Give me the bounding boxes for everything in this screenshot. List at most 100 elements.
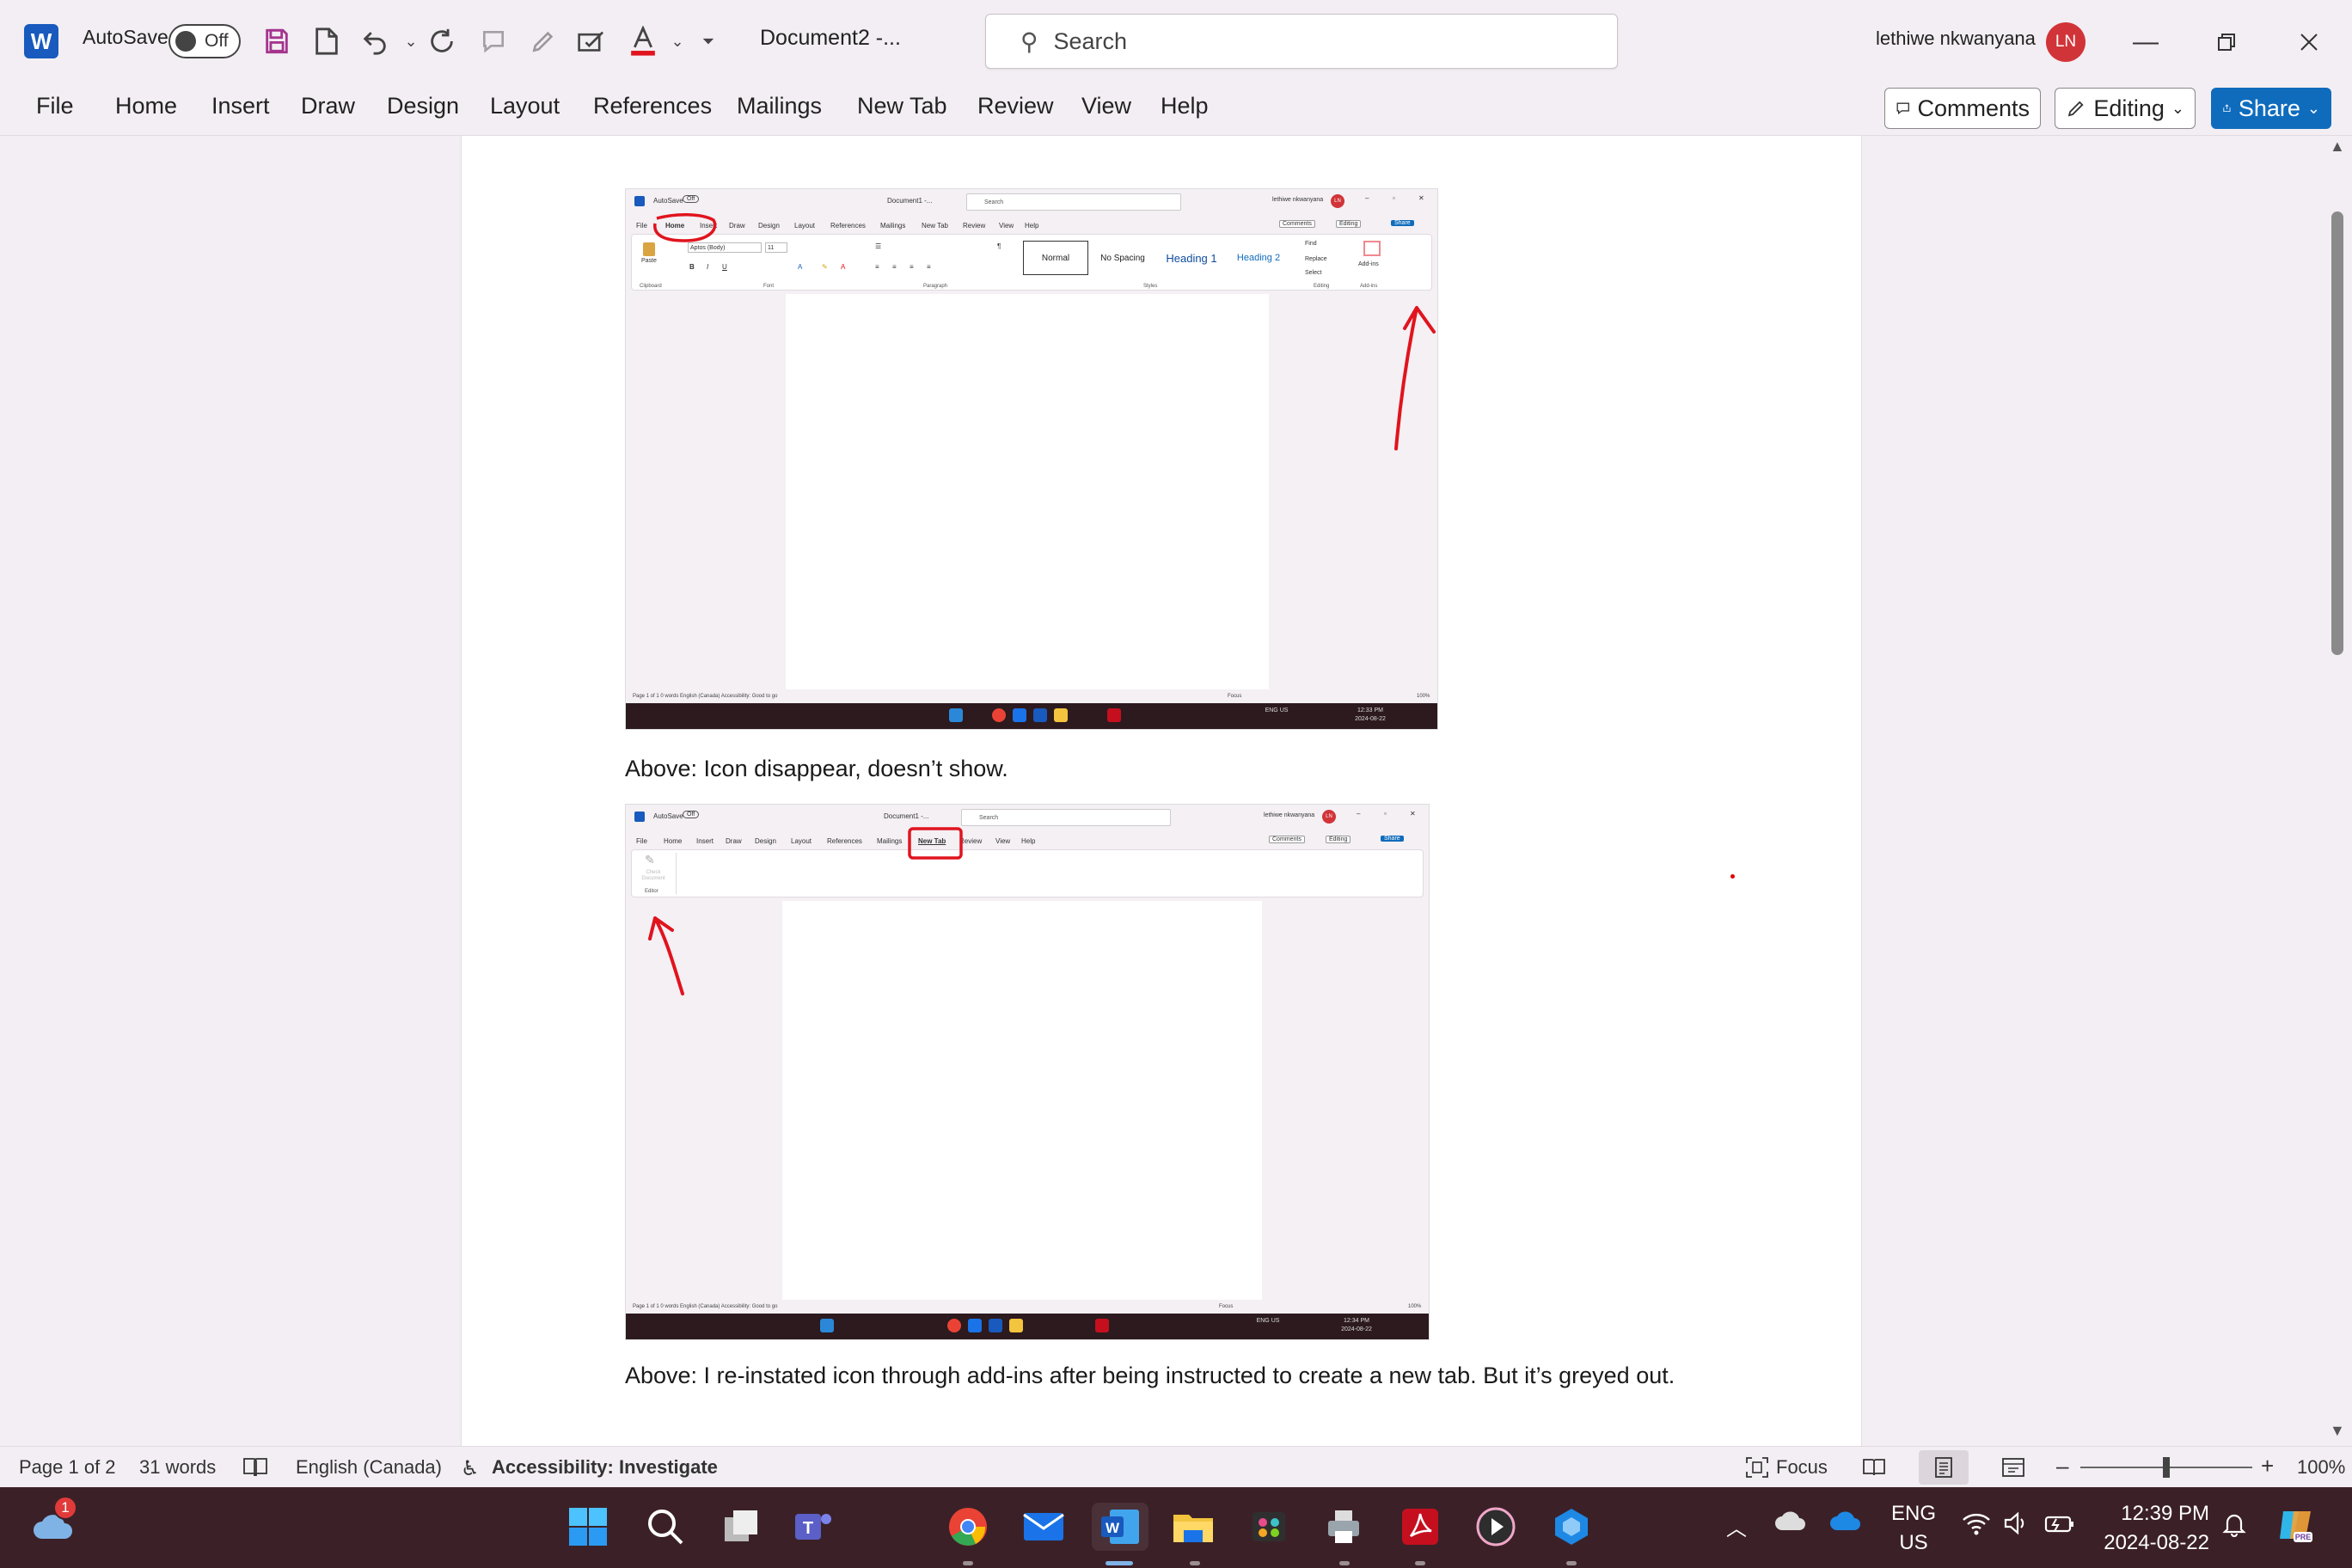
scroll-down-icon[interactable]: ▼ <box>2330 1422 2345 1440</box>
language-indicator[interactable]: ENG US <box>1888 1499 1939 1558</box>
scroll-thumb[interactable] <box>2331 211 2343 655</box>
chrome-icon[interactable] <box>944 1503 992 1551</box>
accessibility-icon[interactable]: ♿ <box>461 1456 480 1481</box>
clock-date: 2024-08-22 <box>1341 1326 1372 1332</box>
new-document-icon[interactable] <box>308 22 346 60</box>
tab-references: References <box>827 837 862 845</box>
minimize-icon: – <box>1357 810 1361 818</box>
focus-label[interactable]: Focus <box>1776 1456 1828 1479</box>
highlight-icon: ✎ <box>822 263 828 271</box>
word-app-icon <box>634 196 645 206</box>
undo-icon[interactable] <box>356 22 394 60</box>
comment-icon[interactable] <box>475 22 512 60</box>
tab-new-tab[interactable]: New Tab <box>857 93 947 119</box>
file-explorer-icon <box>1054 708 1068 722</box>
teams-icon[interactable]: T <box>789 1503 837 1551</box>
title-bar: W AutoSave Off ⌄ ⌄ ⏷ Document2 -... ⚲ Se… <box>0 0 2352 84</box>
search-icon[interactable] <box>641 1503 689 1551</box>
restore-icon[interactable] <box>2201 21 2252 64</box>
tab-insert[interactable]: Insert <box>211 93 270 119</box>
word-taskbar-icon[interactable]: W <box>1092 1503 1148 1551</box>
tab-design: Design <box>758 222 780 230</box>
tab-references[interactable]: References <box>593 93 712 119</box>
notification-bell-icon[interactable] <box>2221 1511 2247 1543</box>
word-app-icon <box>634 812 645 822</box>
tab-view[interactable]: View <box>1081 93 1131 119</box>
autosave-toggle[interactable]: Off <box>168 24 241 58</box>
zoom-in-icon[interactable]: + <box>2261 1453 2274 1479</box>
mail-icon <box>968 1319 982 1332</box>
tab-review[interactable]: Review <box>977 93 1054 119</box>
onedrive-grey-icon[interactable] <box>1774 1510 1807 1538</box>
battery-icon[interactable] <box>2044 1511 2075 1541</box>
editing-mode-button[interactable]: Editing ⌄ <box>2055 88 2196 129</box>
save-icon[interactable] <box>258 22 296 60</box>
tab-draw: Draw <box>729 222 745 230</box>
tab-home[interactable]: Home <box>115 93 177 119</box>
tab-draw[interactable]: Draw <box>301 93 355 119</box>
document-page <box>782 901 1262 1303</box>
read-mode-icon[interactable] <box>1862 1456 1886 1484</box>
proofing-icon[interactable] <box>242 1456 268 1484</box>
language-status[interactable]: English (Canada) <box>296 1456 442 1479</box>
tab-references: References <box>830 222 866 230</box>
tab-help[interactable]: Help <box>1161 93 1209 119</box>
caption-1[interactable]: Above: Icon disappear, doesn’t show. <box>625 751 1691 786</box>
avatar[interactable]: LN <box>2046 22 2086 62</box>
clipboard-icon <box>643 242 655 256</box>
focus-icon[interactable] <box>1745 1456 1769 1484</box>
acrobat-icon[interactable] <box>1396 1503 1444 1551</box>
comment-icon <box>1896 102 1909 115</box>
copilot-icon[interactable]: PRE <box>2275 1504 2316 1552</box>
web-layout-icon[interactable] <box>2001 1456 2025 1484</box>
volume-icon[interactable] <box>2003 1511 2029 1541</box>
addins-button: Add-ins <box>1358 261 1379 267</box>
media-player-icon[interactable] <box>1472 1503 1520 1551</box>
tab-layout[interactable]: Layout <box>490 93 560 119</box>
customize-toolbar-icon[interactable]: ⏷ <box>689 22 727 60</box>
vertical-scrollbar[interactable]: ▲ ▼ <box>2321 136 2352 1446</box>
printer-app-icon[interactable] <box>1320 1503 1369 1551</box>
onedrive-blue-icon[interactable] <box>1829 1510 1862 1538</box>
share-button[interactable]: Share ⌄ <box>2211 88 2331 129</box>
print-layout-icon[interactable] <box>1932 1456 1955 1484</box>
file-explorer-icon[interactable] <box>1169 1503 1217 1551</box>
comments-button[interactable]: Comments <box>1884 88 2041 129</box>
minimize-icon[interactable]: — <box>2120 21 2171 64</box>
tab-help: Help <box>1021 837 1036 845</box>
svg-text:T: T <box>803 1519 813 1538</box>
blue-app-icon[interactable] <box>1547 1503 1596 1551</box>
autosave-state: Off <box>683 811 700 818</box>
word-count[interactable]: 31 words <box>139 1456 216 1479</box>
wifi-icon[interactable] <box>1962 1511 1991 1541</box>
start-icon[interactable] <box>564 1503 612 1551</box>
draw-pen-icon[interactable] <box>524 22 562 60</box>
task-view-icon[interactable] <box>717 1503 765 1551</box>
redo-icon[interactable] <box>423 22 461 60</box>
zoom-level[interactable]: 100% <box>2297 1456 2345 1479</box>
align-left-icon: ≡ <box>875 263 879 271</box>
user-name[interactable]: lethiwe nkwanyana <box>1876 28 2036 50</box>
language-indicator: ENG US <box>1265 707 1289 714</box>
font-color-icon[interactable] <box>624 22 662 60</box>
tab-insert: Insert <box>700 222 718 230</box>
font-name-box: Aptos (Body) <box>688 242 762 253</box>
caption-2[interactable]: Above: I re-instated icon through add-in… <box>625 1358 1691 1393</box>
tab-mailings[interactable]: Mailings <box>737 93 822 119</box>
zoom-out-icon[interactable]: – <box>2056 1453 2068 1479</box>
accessibility-status[interactable]: Accessibility: Investigate <box>492 1456 718 1479</box>
page-count[interactable]: Page 1 of 2 <box>19 1456 116 1479</box>
mail-icon[interactable] <box>1020 1503 1068 1551</box>
close-icon[interactable] <box>2283 21 2335 64</box>
scroll-up-icon[interactable]: ▲ <box>2330 138 2345 156</box>
search-box[interactable]: ⚲ Search <box>985 14 1618 69</box>
media-app-icon[interactable] <box>1245 1503 1293 1551</box>
style-no-spacing: No Spacing <box>1100 253 1145 263</box>
tab-design[interactable]: Design <box>387 93 459 119</box>
zoom-slider-thumb[interactable] <box>2163 1457 2170 1478</box>
show-hidden-icons-icon[interactable]: ︿ <box>1726 1511 1747 1541</box>
group-clipboard: Clipboard <box>640 284 662 289</box>
tab-file[interactable]: File <box>36 93 74 119</box>
check-document-icon[interactable] <box>573 22 610 60</box>
taskbar-clock[interactable]: 12:39 PM 2024-08-22 <box>2089 1499 2209 1558</box>
